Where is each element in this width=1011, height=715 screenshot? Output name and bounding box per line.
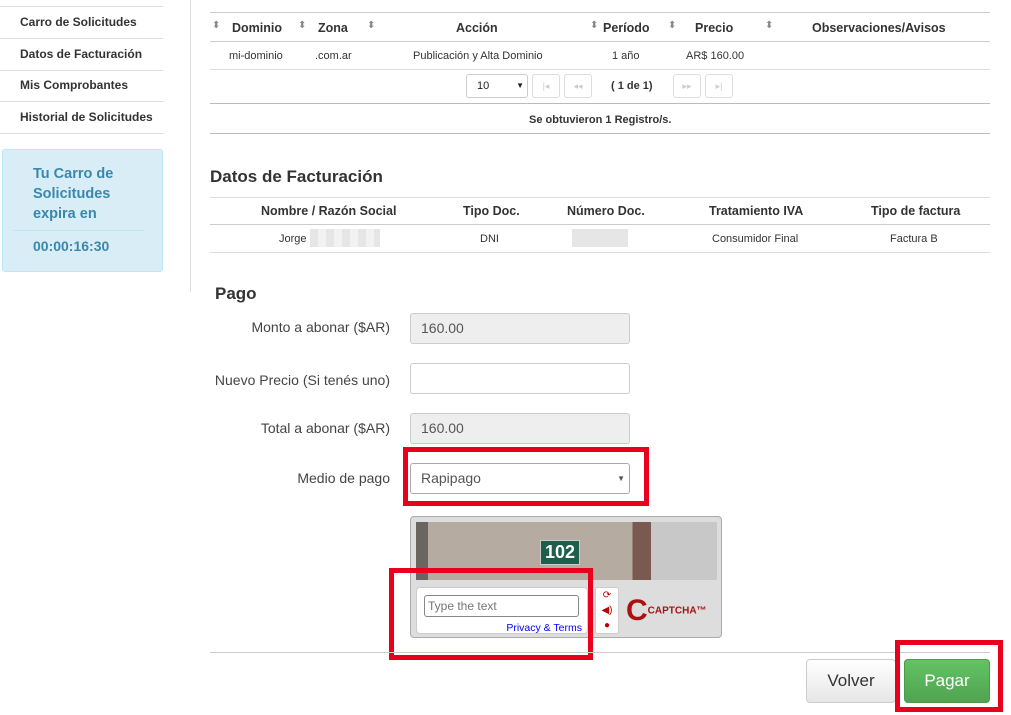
amount-label: Monto a abonar ($AR) xyxy=(251,319,390,335)
col-periodo[interactable]: Período xyxy=(603,21,650,35)
new-price-input[interactable] xyxy=(410,363,630,394)
prev-page-button[interactable]: ◂◂ xyxy=(564,74,592,98)
billing-doc-type: DNI xyxy=(480,233,499,245)
recaptcha-logo: CCAPTCHA™ xyxy=(626,594,707,627)
billing-col: Tipo Doc. xyxy=(463,204,520,218)
billing-col: Número Doc. xyxy=(567,204,645,218)
col-dominio[interactable]: Dominio xyxy=(232,21,282,35)
timer-text: Tu Carro de Solicitudes expira en xyxy=(33,166,114,222)
total-label: Total a abonar ($AR) xyxy=(260,420,390,436)
col-accion[interactable]: Acción xyxy=(456,21,498,35)
new-price-label: Nuevo Precio (Si tenés uno) xyxy=(214,372,390,388)
col-observaciones[interactable]: Observaciones/Avisos xyxy=(812,21,946,35)
billing-title: Datos de Facturación xyxy=(210,167,383,186)
billing-iva: Consumidor Final xyxy=(712,233,799,245)
billing-col: Nombre / Razón Social xyxy=(261,204,397,218)
redacted-block xyxy=(310,229,380,247)
sidebar-item-historial[interactable]: Historial de Solicitudes xyxy=(20,110,153,124)
sidebar-item-facturacion[interactable]: Datos de Facturación xyxy=(20,47,142,61)
help-icon[interactable]: ● xyxy=(596,618,618,633)
cell: mi-dominio xyxy=(229,50,283,62)
cell: 1 año xyxy=(612,50,640,62)
back-button[interactable]: Volver xyxy=(806,659,896,703)
payment-title: Pago xyxy=(215,284,257,303)
first-page-button[interactable]: |◂ xyxy=(532,74,560,98)
sidebar-item-carro[interactable]: Carro de Solicitudes xyxy=(20,15,137,29)
col-precio[interactable]: Precio xyxy=(695,21,733,35)
cell: .com.ar xyxy=(315,50,352,62)
cell: Publicación y Alta Dominio xyxy=(413,50,543,62)
col-zona[interactable]: Zona xyxy=(318,21,348,35)
amount-field: 160.00 xyxy=(410,313,630,344)
records-summary: Se obtuvieron 1 Registro/s. xyxy=(529,114,672,126)
audio-icon[interactable]: ◀) xyxy=(596,603,618,618)
last-page-button[interactable]: ▸| xyxy=(705,74,733,98)
billing-invoice-type: Factura B xyxy=(890,233,938,245)
refresh-icon[interactable]: ⟳ xyxy=(596,588,618,603)
billing-col: Tratamiento IVA xyxy=(709,204,804,218)
page-size-select[interactable]: 10 ▼ xyxy=(466,74,528,98)
next-page-button[interactable]: ▸▸ xyxy=(673,74,701,98)
cell: AR$ 160.00 xyxy=(686,50,745,62)
page-info: ( 1 de 1) xyxy=(611,80,653,92)
billing-name: Jorge xyxy=(279,233,307,245)
cart-timer: Tu Carro de Solicitudes expira en 00:00:… xyxy=(2,149,163,272)
payment-method-label: Medio de pago xyxy=(297,470,390,486)
redacted-block xyxy=(572,229,628,247)
billing-col: Tipo de factura xyxy=(871,204,961,218)
sidebar-item-comprobantes[interactable]: Mis Comprobantes xyxy=(20,78,128,92)
total-field: 160.00 xyxy=(410,413,630,444)
timer-value: 00:00:16:30 xyxy=(33,238,110,254)
